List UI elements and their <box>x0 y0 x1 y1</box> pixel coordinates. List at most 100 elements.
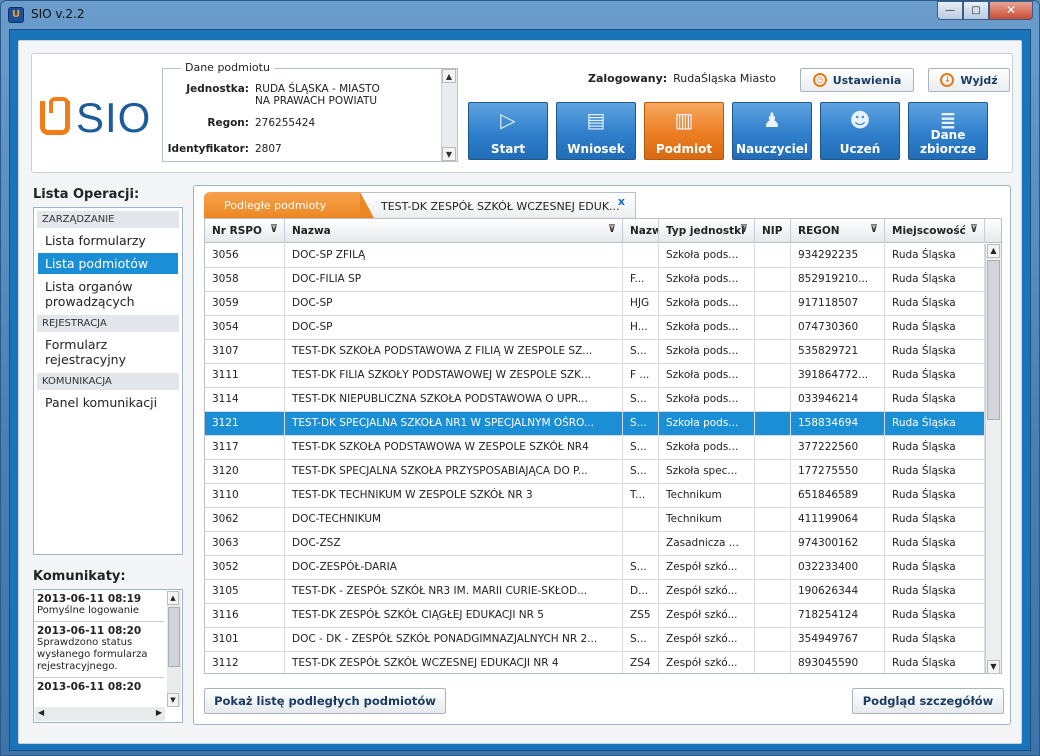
table-cell: 158834694 <box>791 412 885 436</box>
table-row[interactable]: 3062 DOC-TECHNIKUM Technikum 411199064 Ruda … <box>205 508 987 532</box>
column-header[interactable]: REGON ⊽ <box>791 219 885 243</box>
table-cell <box>755 556 791 580</box>
filter-icon[interactable]: ⊽ <box>870 224 878 235</box>
table-cell <box>755 316 791 340</box>
scroll-down-icon[interactable]: ▼ <box>987 660 1000 673</box>
table-cell: 3117 <box>205 436 285 460</box>
details-preview-button[interactable]: Podgląd szczegółów <box>852 688 1004 714</box>
table-cell: 3111 <box>205 364 285 388</box>
table-cell <box>755 508 791 532</box>
sidebar-item-formularz-rejestracyjny[interactable]: Formularz rejestracyjny <box>38 334 178 370</box>
table-row[interactable]: 3058 DOC-FILIA SP F... Szkoła pods... 852919… <box>205 268 987 292</box>
table-cell: S... <box>623 388 659 412</box>
table-cell <box>623 532 659 556</box>
scroll-up-icon[interactable]: ▲ <box>167 591 179 605</box>
table-cell: 3121 <box>205 412 285 436</box>
exit-icon: ↓ <box>940 73 955 87</box>
table-row[interactable]: 3054 DOC-SP H... Szkoła pods... 074730360 Rud… <box>205 316 987 340</box>
scroll-left-icon[interactable]: ◀ <box>35 707 47 721</box>
filter-icon[interactable]: ⊽ <box>970 224 978 235</box>
table-cell: S... <box>623 340 659 364</box>
filter-icon[interactable]: ⊽ <box>740 224 748 235</box>
table-row[interactable]: 3114 TEST-DK NIEPUBLICZNA SZKOŁA PODSTAWO… <box>205 388 987 412</box>
sidebar-item-lista-organow[interactable]: Lista organów prowadzących <box>38 276 178 312</box>
table-row[interactable]: 3120 TEST-DK SPECJALNA SZKOŁA PRZYSPOSABI… <box>205 460 987 484</box>
table-cell: 651846589 <box>791 484 885 508</box>
messages-scrollbar[interactable]: ▲ ▼ <box>167 591 181 707</box>
settings-button[interactable]: ◷ Ustawienia <box>800 68 914 92</box>
entity-info-box: Dane podmiotu Jednostka: RUDA ŚLĄSKA - MI… <box>162 61 458 162</box>
table-row[interactable]: 3116 TEST-DK ZESPÓŁ SZKÓŁ CIĄGŁEJ EDUKACJ… <box>205 604 987 628</box>
column-header[interactable]: Nazwa ⊽ <box>285 219 623 243</box>
nav-uczen-button[interactable]: ☻ Uczeń <box>820 102 900 160</box>
nav-dane-zbiorcze-button[interactable]: ≣ Dane zbiorcze <box>908 102 988 160</box>
scroll-down-icon[interactable]: ▼ <box>167 693 179 707</box>
close-button[interactable]: ✕ <box>989 1 1033 20</box>
table-cell <box>755 364 791 388</box>
table-cell: Ruda Śląska <box>885 460 985 484</box>
table-cell: Zespół szkó... <box>659 652 755 673</box>
nav-podmiot-button[interactable]: ▥ Podmiot <box>644 102 724 160</box>
header-panel: SIO Dane podmiotu Jednostka: RUDA ŚLĄSKA … <box>31 53 1013 173</box>
table-cell <box>755 244 791 268</box>
scroll-up-icon[interactable]: ▲ <box>987 244 1000 258</box>
column-header[interactable]: Miejscowość ⊽ <box>885 219 985 243</box>
nav-nauczyciel-button[interactable]: ♟ Nauczyciel <box>732 102 812 160</box>
table-cell: H... <box>623 316 659 340</box>
maximize-button[interactable]: □ <box>963 1 989 20</box>
logout-button[interactable]: ↓ Wyjdź <box>928 68 1010 92</box>
filter-icon[interactable]: ⊽ <box>608 224 616 235</box>
table-row[interactable]: 3105 TEST-DK - ZESPÓŁ SZKÓŁ NR3 IM. MARII… <box>205 580 987 604</box>
column-header[interactable]: Nr RSPO ⊽ <box>205 219 285 243</box>
close-tab-icon[interactable]: x <box>618 195 625 208</box>
table-row[interactable]: 3063 DOC-ZSZ Zasadnicza ... 974300162 Ruda Ś… <box>205 532 987 556</box>
nav-start-button[interactable]: ▷ Start <box>468 102 548 160</box>
sidebar-item-lista-podmiotow[interactable]: Lista podmiotów <box>38 253 178 274</box>
table-row[interactable]: 3059 DOC-SP HJG Szkoła pods... 917118507 Ruda… <box>205 292 987 316</box>
table-row[interactable]: 3107 TEST-DK SZKOŁA PODSTAWOWA Z FILIĄ W … <box>205 340 987 364</box>
logout-label: Wyjdź <box>960 73 998 87</box>
student-icon: ☻ <box>849 108 871 132</box>
nav-wniosek-button[interactable]: ▤ Wniosek <box>556 102 636 160</box>
table-row[interactable]: 3111 TEST-DK FILIA SZKOŁY PODSTAWOWEJ W Z… <box>205 364 987 388</box>
scroll-right-icon[interactable]: ▶ <box>153 707 165 721</box>
scroll-thumb[interactable] <box>987 260 1000 420</box>
scroll-down-icon[interactable]: ▼ <box>442 147 456 161</box>
table-row[interactable]: 3117 TEST-DK SZKOŁA PODSTAWOWA W ZESPOLE … <box>205 436 987 460</box>
database-icon: ▤ <box>586 108 606 132</box>
message-item: 2013-06-11 08:20 Sprawdzono status wysłan… <box>34 621 164 673</box>
messages-hscrollbar[interactable]: ◀ ▶ <box>35 707 165 721</box>
logged-user-name: RudaŚląska Miasto <box>673 72 776 85</box>
table-cell: Ruda Śląska <box>885 292 985 316</box>
table-cell: Ruda Śląska <box>885 652 985 673</box>
section-komunikacja: KOMUNIKACJA <box>37 373 179 390</box>
table-scrollbar[interactable]: ▲ ▼ <box>985 244 1001 673</box>
tab-entity-detail[interactable]: TEST-DK ZESPÓŁ SZKÓŁ WCZESNEJ EDUK... x <box>350 192 636 218</box>
show-subordinate-button[interactable]: Pokaż listę podległych podmiotów <box>204 688 446 714</box>
table-row[interactable]: 3121 TEST-DK SPECJALNA SZKOŁA NR1 W SPECJ… <box>205 412 987 436</box>
table-cell <box>755 436 791 460</box>
entity-info-scrollbar[interactable]: ▲ ▼ <box>441 69 457 161</box>
table-cell: Ruda Śląska <box>885 556 985 580</box>
table-row[interactable]: 3101 DOC - DK - ZESPÓŁ SZKÓŁ PONADGIMNAZJ… <box>205 628 987 652</box>
table-row[interactable]: 3052 DOC-ZESPÓŁ-DARIA S... Zespół szkó... 03… <box>205 556 987 580</box>
table-cell: Ruda Śląska <box>885 604 985 628</box>
table-cell: Szkoła spec... <box>659 460 755 484</box>
tab-podlegle-podmioty[interactable]: Podległe podmioty <box>204 192 374 218</box>
sidebar-item-lista-formularzy[interactable]: Lista formularzy <box>38 230 178 251</box>
filter-icon[interactable]: ⊽ <box>270 224 278 235</box>
table-cell <box>755 652 791 673</box>
table-cell: 3101 <box>205 628 285 652</box>
sidebar-item-panel-komunikacji[interactable]: Panel komunikacji <box>38 392 178 413</box>
column-header[interactable]: Typ jednostki ⊽ <box>659 219 755 243</box>
column-header[interactable]: NIP <box>755 219 791 243</box>
scroll-thumb[interactable] <box>168 607 180 667</box>
identyfikator-value: 2807 <box>255 143 282 155</box>
minimize-button[interactable]: — <box>937 1 963 20</box>
column-header[interactable]: Nazw <box>623 219 659 243</box>
table-cell: TEST-DK FILIA SZKOŁY PODSTAWOWEJ W ZESPO… <box>285 364 623 388</box>
table-row[interactable]: 3110 TEST-DK TECHNIKUM W ZESPOLE SZKÓŁ NR… <box>205 484 987 508</box>
scroll-up-icon[interactable]: ▲ <box>442 69 456 83</box>
table-row[interactable]: 3112 TEST-DK ZESPÓŁ SZKÓŁ WCZESNEJ EDUKAC… <box>205 652 987 673</box>
table-row[interactable]: 3056 DOC-SP ZFILĄ Szkoła pods... 934292235 R… <box>205 244 987 268</box>
